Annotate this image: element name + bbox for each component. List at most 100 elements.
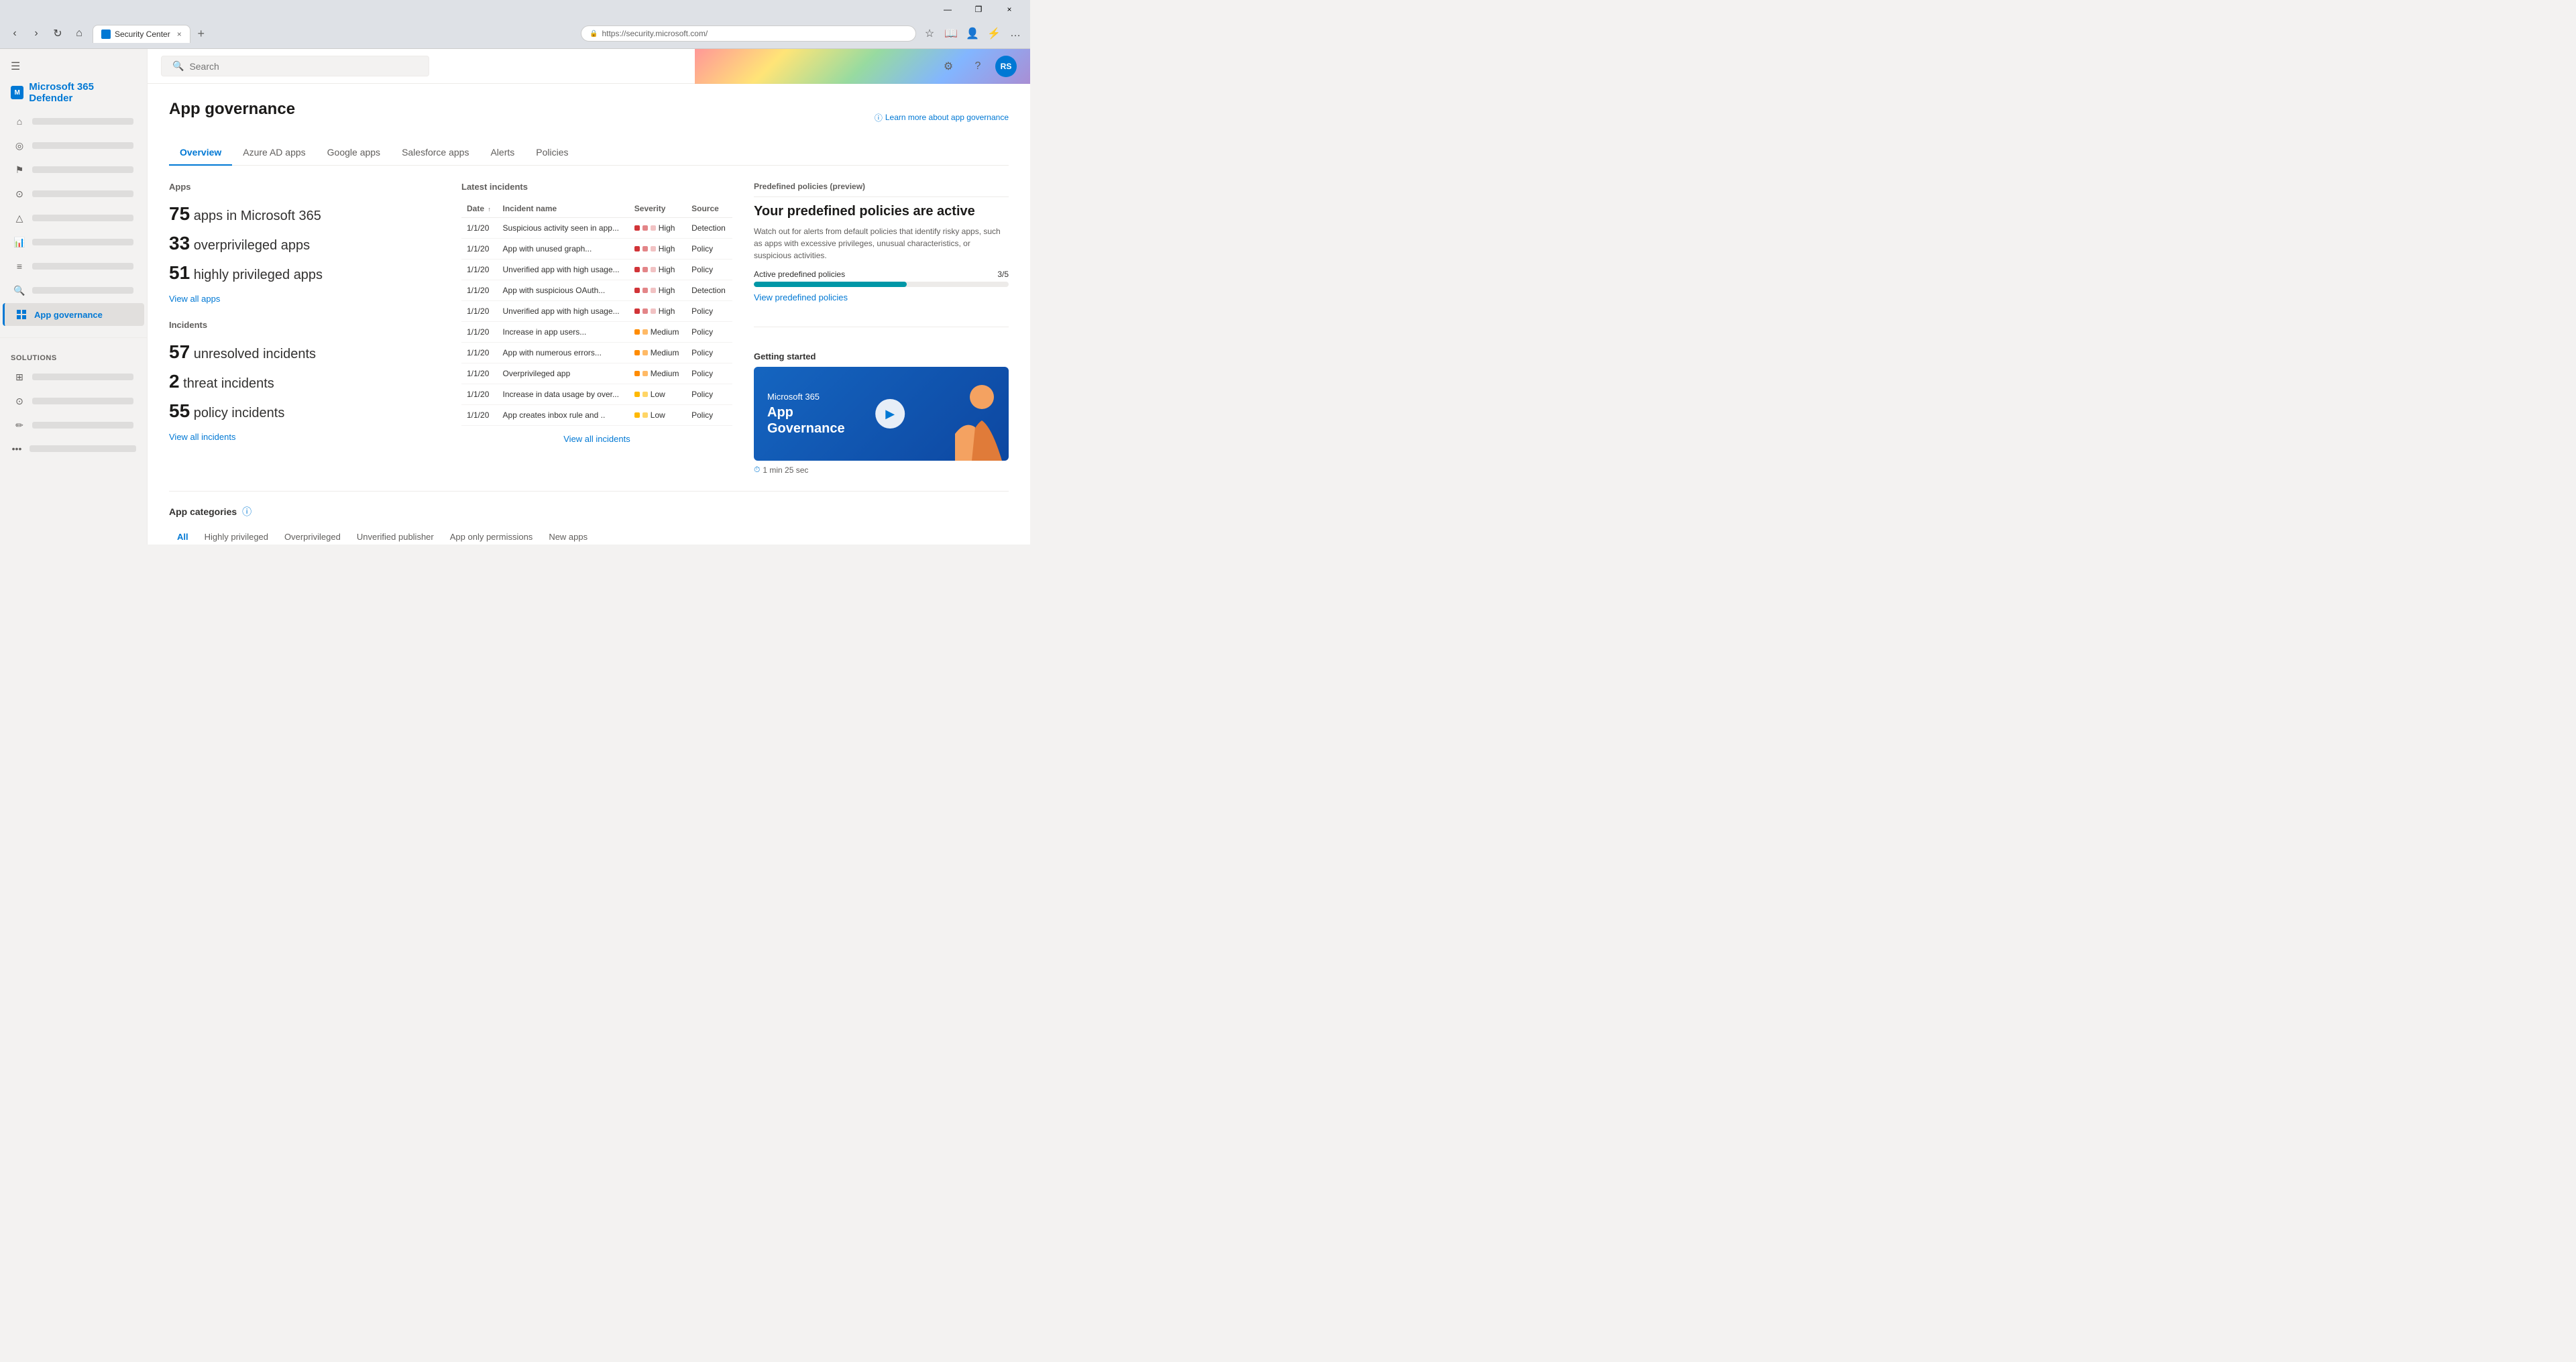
learn-more-link[interactable]: ⓘ Learn more about app governance [875, 112, 1009, 123]
sort-icon: ↑ [488, 206, 491, 213]
severity-dot-2 [642, 329, 648, 335]
sidebar-item-alerts[interactable]: △ [3, 207, 144, 229]
categories-info-icon[interactable]: ⓘ [242, 505, 251, 518]
view-all-incidents-link-left[interactable]: View all incidents [169, 432, 235, 442]
menu-button[interactable]: … [1006, 24, 1025, 43]
latest-incidents-section: Latest incidents Date ↑ Incident name Se… [461, 182, 732, 475]
tab-close-button[interactable]: × [177, 30, 182, 39]
user-avatar[interactable]: RS [995, 56, 1017, 77]
tab-azure-ad[interactable]: Azure AD apps [232, 140, 316, 166]
cell-source: Detection [686, 280, 732, 301]
minimize-button[interactable]: — [932, 0, 963, 19]
table-row[interactable]: 1/1/20 Overprivileged app Medium Policy [461, 363, 732, 384]
tab-overview[interactable]: Overview [169, 140, 232, 166]
sidebar-item-app-governance[interactable]: App governance [3, 303, 144, 326]
table-row[interactable]: 1/1/20 Unverified app with high usage...… [461, 301, 732, 322]
reader-button[interactable]: 📖 [942, 24, 960, 43]
forward-button[interactable]: › [27, 24, 46, 43]
sidebar-item-sol3[interactable]: ✏ [3, 414, 144, 437]
close-button[interactable]: × [994, 0, 1025, 19]
severity-dot-3 [651, 246, 656, 251]
play-button[interactable]: ▶ [875, 399, 905, 429]
browser-nav-controls[interactable]: ‹ › ↻ ⌂ [5, 24, 89, 43]
cell-incident-name: App with numerous errors... [498, 343, 629, 363]
sidebar-item-config[interactable]: ≡ [3, 255, 144, 278]
tab-policies[interactable]: Policies [525, 140, 579, 166]
favorites-button[interactable]: ☆ [920, 24, 939, 43]
search-bar[interactable]: 🔍 [161, 56, 429, 76]
profile-button[interactable]: 👤 [963, 24, 982, 43]
sidebar-item-search[interactable]: 🔍 [3, 279, 144, 302]
category-tab-all[interactable]: All [169, 526, 197, 545]
sidebar-item-hunting[interactable]: ⊙ [3, 182, 144, 205]
help-button[interactable]: ? [966, 54, 990, 78]
cell-source: Policy [686, 260, 732, 280]
extensions-button[interactable]: ⚡ [985, 24, 1003, 43]
sidebar-item-home[interactable]: ⌂ [3, 110, 144, 133]
sidebar: ☰ M Microsoft 365 Defender ⌂ ◎ ⚑ ⊙ △ 📊 [0, 49, 148, 545]
cell-source: Policy [686, 239, 732, 260]
hamburger-icon[interactable]: ☰ [11, 60, 20, 73]
sidebar-item-threats[interactable]: ◎ [3, 134, 144, 157]
severity-dot-2 [642, 267, 648, 272]
col-severity: Severity [629, 200, 686, 218]
more-button[interactable]: ••• [0, 437, 147, 460]
getting-started-section: Getting started Microsoft 365 AppGoverna… [754, 351, 1009, 475]
sidebar-item-reports[interactable]: 📊 [3, 231, 144, 253]
table-row[interactable]: 1/1/20 App creates inbox rule and .. Low… [461, 405, 732, 426]
table-row[interactable]: 1/1/20 Unverified app with high usage...… [461, 260, 732, 280]
col-date[interactable]: Date ↑ [461, 200, 498, 218]
cell-incident-name: Overprivileged app [498, 363, 629, 384]
view-all-apps-link[interactable]: View all apps [169, 294, 220, 304]
video-thumbnail[interactable]: Microsoft 365 AppGovernance ▶ [754, 367, 1009, 461]
sol3-icon: ✏ [13, 419, 25, 431]
restore-button[interactable]: ❐ [963, 0, 994, 19]
app-shell: ☰ M Microsoft 365 Defender ⌂ ◎ ⚑ ⊙ △ 📊 [0, 49, 1030, 545]
view-predefined-policies-link[interactable]: View predefined policies [754, 292, 1009, 302]
search-input[interactable] [189, 61, 418, 72]
col-source: Source [686, 200, 732, 218]
address-bar[interactable]: 🔒 https://security.microsoft.com/ [581, 25, 916, 42]
category-tab-highly-privileged[interactable]: Highly privileged [197, 526, 276, 545]
title-bar: — ❐ × [0, 0, 1030, 19]
table-row[interactable]: 1/1/20 App with numerous errors... Mediu… [461, 343, 732, 363]
category-tab-new-apps[interactable]: New apps [541, 526, 596, 545]
reload-button[interactable]: ↻ [48, 24, 67, 43]
view-all-incidents-link[interactable]: View all incidents [461, 434, 732, 444]
sidebar-item-sol1[interactable]: ⊞ [3, 365, 144, 388]
active-tab[interactable]: Security Center × [93, 25, 190, 43]
settings-button[interactable]: ⚙ [936, 54, 960, 78]
cell-date: 1/1/20 [461, 405, 498, 426]
title-bar-controls[interactable]: — ❐ × [932, 0, 1025, 19]
severity-dot-3 [651, 308, 656, 314]
reports-icon: 📊 [13, 236, 25, 248]
tab-google-apps[interactable]: Google apps [317, 140, 391, 166]
severity-dot-2 [642, 288, 648, 293]
apps-section-title: Apps [169, 182, 440, 192]
tab-salesforce[interactable]: Salesforce apps [391, 140, 480, 166]
severity-dot-3 [651, 267, 656, 272]
predefined-policies-desc: Watch out for alerts from default polici… [754, 225, 1009, 262]
category-tab-overprivileged[interactable]: Overprivileged [276, 526, 349, 545]
severity-dot [634, 225, 640, 231]
severity-dot [634, 392, 640, 397]
content-grid: Apps 75 apps in Microsoft 365 33 overpri… [169, 182, 1009, 475]
table-row[interactable]: 1/1/20 App with suspicious OAuth... High… [461, 280, 732, 301]
table-row[interactable]: 1/1/20 Increase in data usage by over...… [461, 384, 732, 405]
incidents-icon: ⚑ [13, 164, 25, 176]
severity-text: Medium [651, 369, 679, 378]
tab-alerts[interactable]: Alerts [480, 140, 525, 166]
sidebar-item-sol2[interactable]: ⊙ [3, 390, 144, 412]
new-tab-button[interactable]: + [192, 24, 211, 43]
table-row[interactable]: 1/1/20 App with unused graph... High Pol… [461, 239, 732, 260]
category-tab-unverified[interactable]: Unverified publisher [349, 526, 442, 545]
brand-logo[interactable]: M Microsoft 365 Defender [0, 76, 147, 109]
back-button[interactable]: ‹ [5, 24, 24, 43]
table-row[interactable]: 1/1/20 Suspicious activity seen in app..… [461, 218, 732, 239]
apps-summary: Apps 75 apps in Microsoft 365 33 overpri… [169, 182, 440, 304]
sidebar-item-incidents[interactable]: ⚑ [3, 158, 144, 181]
predefined-policies-heading: Your predefined policies are active [754, 203, 1009, 220]
category-tab-app-only[interactable]: App only permissions [442, 526, 541, 545]
home-button[interactable]: ⌂ [70, 24, 89, 43]
table-row[interactable]: 1/1/20 Increase in app users... Medium P… [461, 322, 732, 343]
